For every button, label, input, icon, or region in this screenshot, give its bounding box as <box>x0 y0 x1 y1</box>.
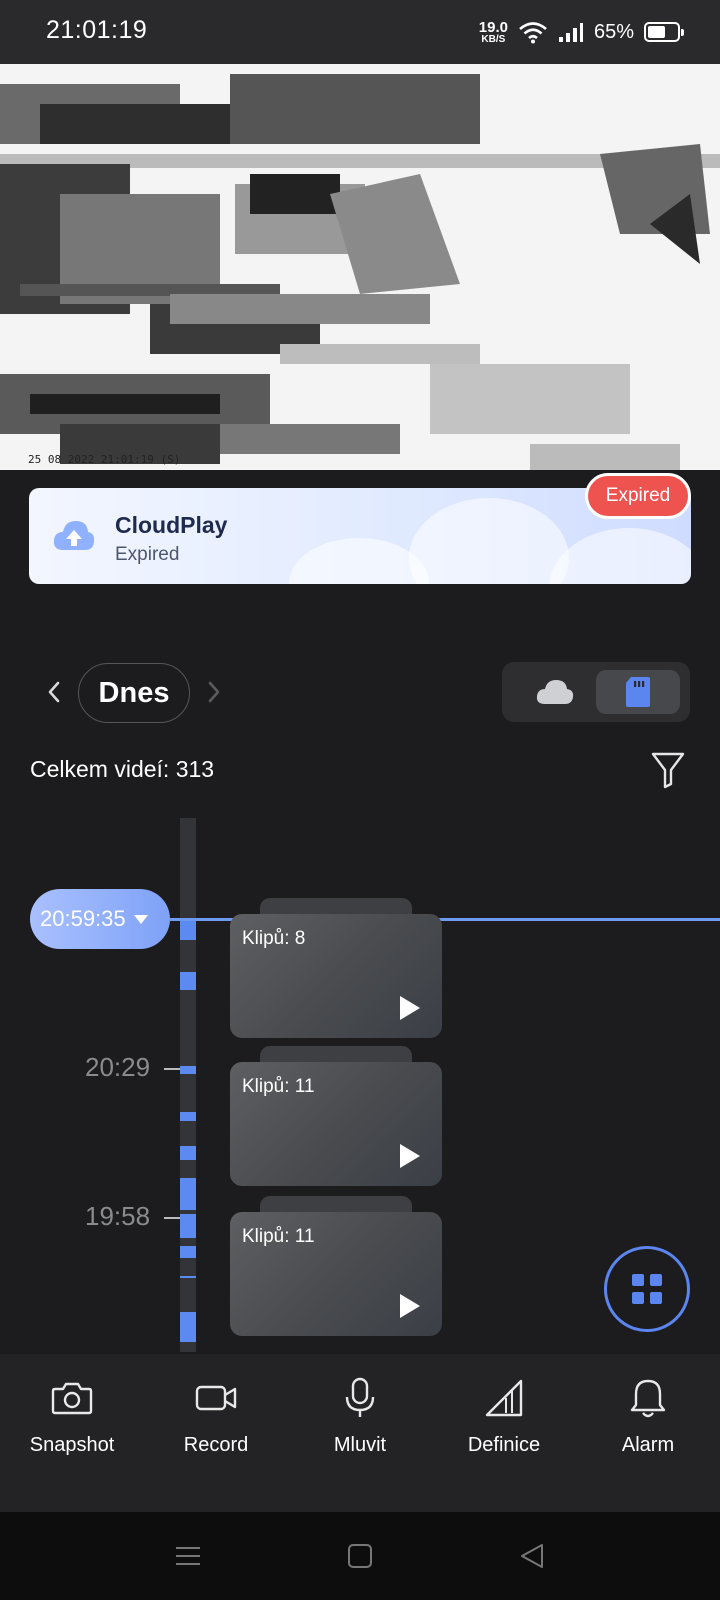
bottom-toolbar: Snapshot Record Mluvit Definice Alarm <box>0 1354 720 1512</box>
status-time: 21:01:19 <box>46 16 148 44</box>
record-label: Record <box>183 1434 249 1456</box>
timeline-tick <box>164 1217 180 1219</box>
cloud-decoration <box>289 538 429 584</box>
cloud-upload-icon <box>53 521 95 550</box>
caret-down-icon <box>133 914 148 924</box>
status-bar: 21:01:19 19.0 KB/S 65% <box>0 0 720 64</box>
timeline-recording-segment <box>180 1112 196 1121</box>
timeline-recording-segment <box>180 972 196 990</box>
timeline-recording-segment <box>180 1214 196 1238</box>
grid-view-button[interactable] <box>604 1246 690 1332</box>
cloud-decoration <box>549 528 691 584</box>
talk-button[interactable]: Mluvit <box>288 1354 432 1512</box>
alarm-button[interactable]: Alarm <box>576 1354 720 1512</box>
camera-video-feed[interactable]: 25 08 2022 21:01:19 (S) <box>0 64 720 470</box>
microphone-icon <box>345 1377 375 1417</box>
filter-icon[interactable] <box>650 751 686 789</box>
timeline-recording-segment <box>180 1146 196 1160</box>
timeline-tick <box>164 1068 180 1070</box>
chevron-left-icon[interactable] <box>42 677 66 707</box>
talk-label: Mluvit <box>333 1434 387 1456</box>
sd-card-source-button[interactable] <box>596 670 680 714</box>
signal-icon <box>558 23 583 42</box>
clip-card[interactable]: Klipů: 11 <box>230 1062 442 1186</box>
timeline-current-time[interactable]: 20:59:35 <box>30 889 170 949</box>
timeline-recording-segment <box>180 1246 196 1258</box>
timeline-recording-segment <box>180 920 196 940</box>
play-icon[interactable] <box>400 996 420 1020</box>
snapshot-label: Snapshot <box>29 1434 115 1456</box>
cloudplay-status: Expired <box>115 544 180 565</box>
record-button[interactable]: Record <box>144 1354 288 1512</box>
video-camera-icon <box>195 1385 237 1411</box>
timeline-recording-segment <box>180 1312 196 1342</box>
definition-label: Definice <box>467 1434 541 1456</box>
current-time-label: 20:59:35 <box>40 906 126 931</box>
cloudplay-title: CloudPlay <box>115 512 228 538</box>
total-videos-count: Celkem videí: 313 <box>30 756 215 782</box>
cloud-decoration <box>409 498 569 584</box>
system-navigation-bar <box>0 1512 720 1600</box>
battery-percent: 65% <box>593 20 634 43</box>
wifi-icon <box>519 22 547 44</box>
timeline-recording-segment <box>180 1178 196 1210</box>
battery-fill <box>648 26 665 38</box>
sd-card-icon <box>626 677 650 707</box>
date-selector[interactable]: Dnes <box>78 663 190 723</box>
timeline-time-label: 19:58 <box>85 1201 151 1231</box>
definition-button[interactable]: Definice <box>432 1354 576 1512</box>
snapshot-button[interactable]: Snapshot <box>0 1354 144 1512</box>
alarm-label: Alarm <box>621 1434 675 1456</box>
camera-icon <box>51 1382 93 1415</box>
network-speed-unit: KB/S <box>481 33 506 45</box>
play-icon[interactable] <box>400 1294 420 1318</box>
timeline-time-label: 20:29 <box>85 1052 151 1082</box>
expired-badge[interactable]: Expired <box>585 473 691 519</box>
clip-count-label: Klipů: 11 <box>242 1226 315 1247</box>
definition-icon <box>485 1379 523 1417</box>
clip-count-label: Klipů: 11 <box>242 1076 315 1097</box>
video-timestamp: 25 08 2022 21:01:19 (S) <box>28 453 181 466</box>
video-frame-image <box>0 64 720 470</box>
bell-icon <box>630 1379 666 1418</box>
menu-icon[interactable] <box>172 1540 204 1572</box>
clip-count-label: Klipů: 8 <box>242 928 306 949</box>
timeline-recording-segment <box>180 1066 196 1074</box>
play-icon[interactable] <box>400 1144 420 1168</box>
battery-icon <box>644 22 684 42</box>
timeline-track[interactable] <box>180 818 196 1352</box>
home-icon[interactable] <box>344 1540 376 1572</box>
cloud-icon <box>536 680 574 704</box>
status-icons: 19.0 KB/S 65% <box>479 16 684 48</box>
cloud-source-button[interactable] <box>514 670 596 714</box>
clip-card[interactable]: Klipů: 8 <box>230 914 442 1038</box>
network-speed: 19.0 KB/S <box>479 20 508 45</box>
back-icon[interactable] <box>516 1540 548 1572</box>
timeline-recording-segment <box>180 1276 196 1278</box>
chevron-right-icon[interactable] <box>202 677 226 707</box>
grid-icon <box>632 1274 662 1304</box>
network-speed-value: 19.0 <box>478 18 508 36</box>
clip-card[interactable]: Klipů: 11 <box>230 1212 442 1336</box>
